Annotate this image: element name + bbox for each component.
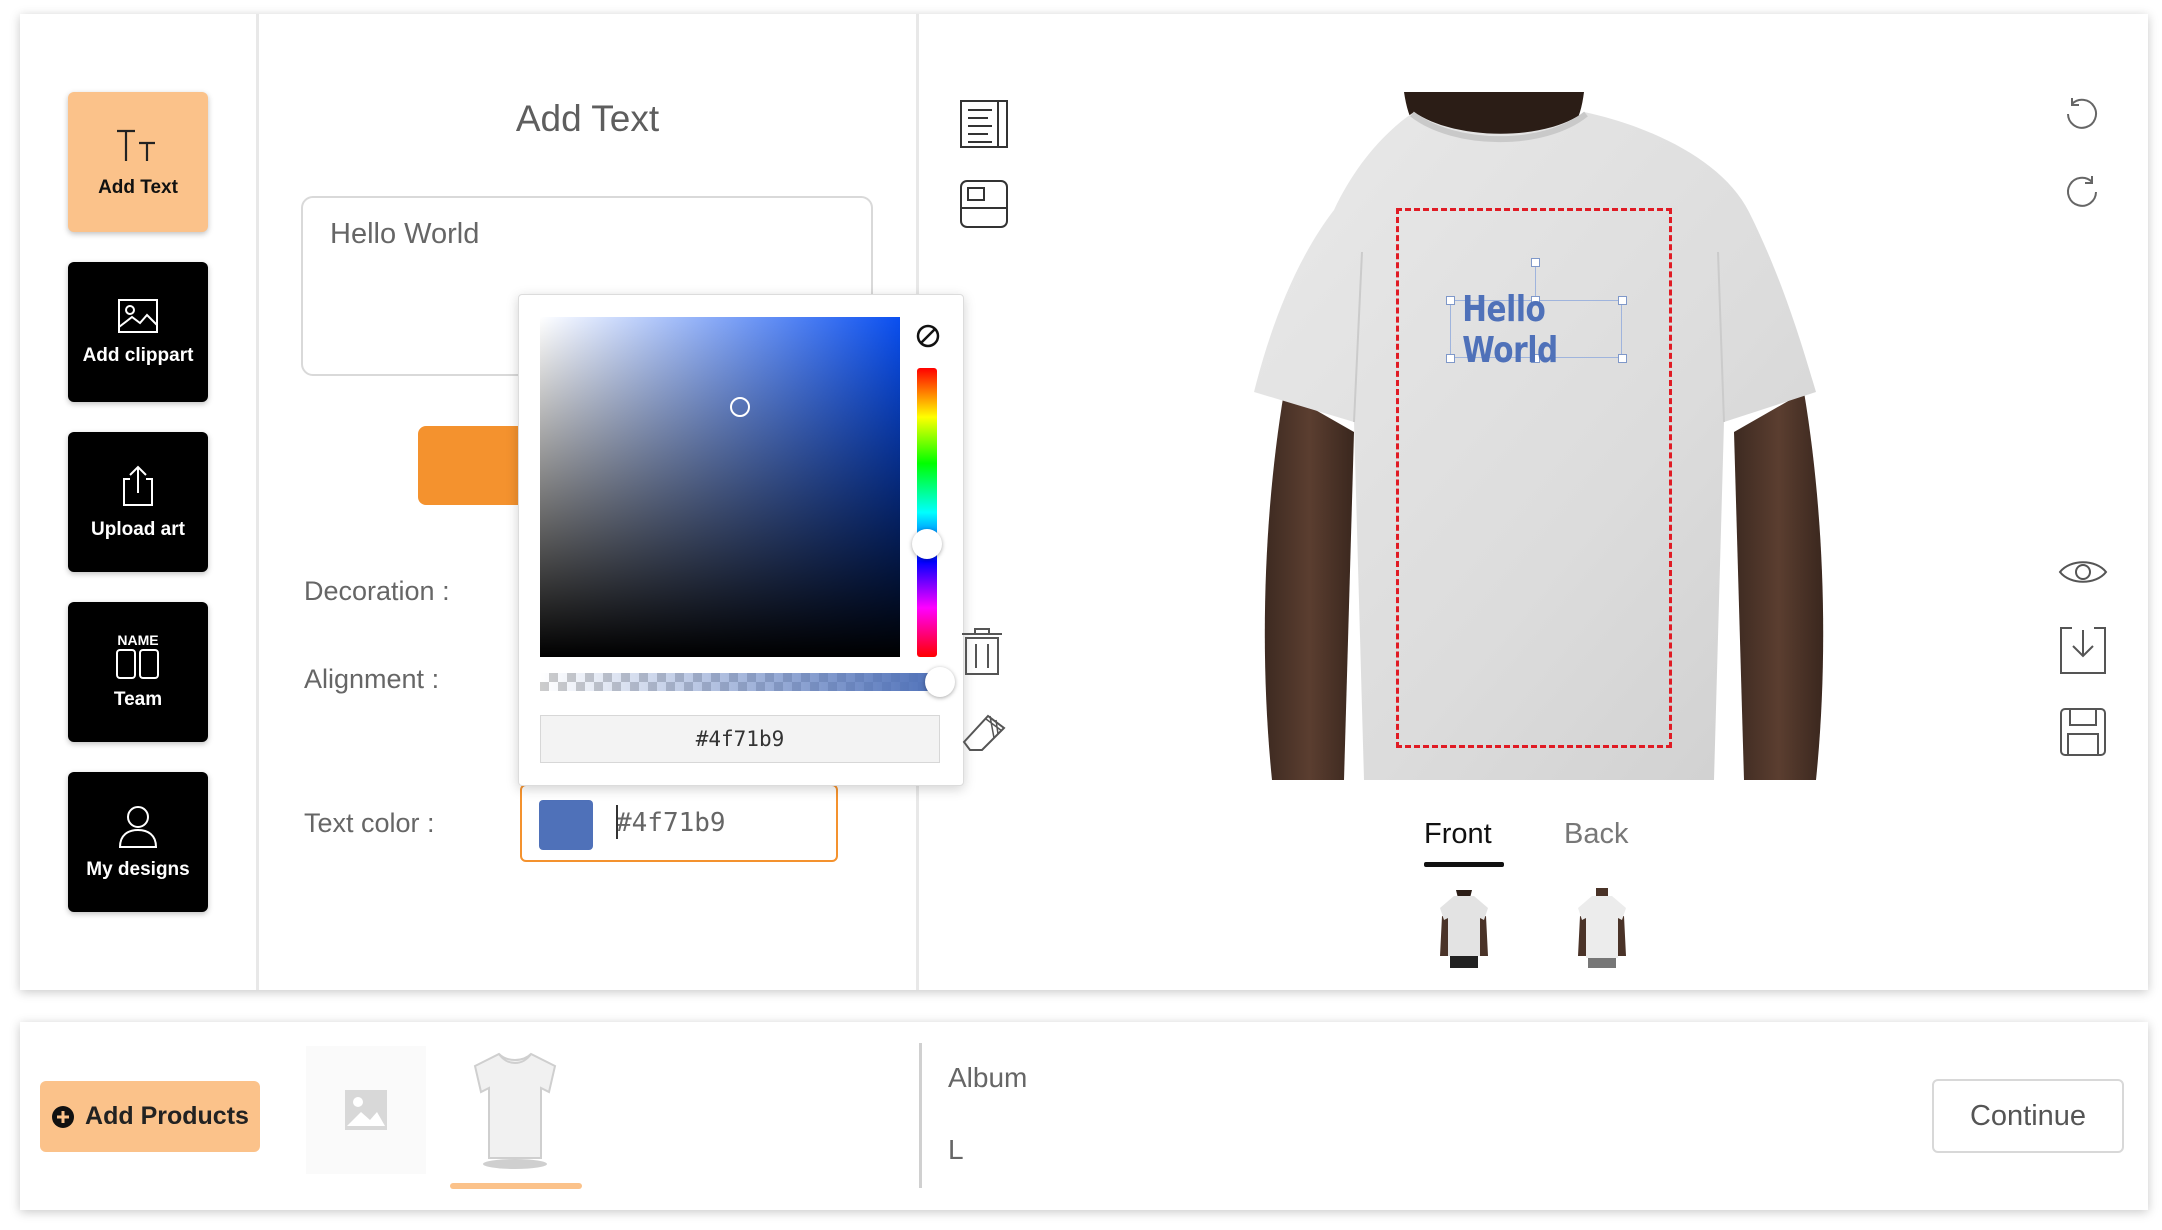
text-layout-icon[interactable] — [958, 98, 1010, 150]
tool-label: Team — [113, 689, 163, 710]
user-icon — [118, 806, 158, 848]
tool-upload-art-button[interactable]: Upload art — [68, 432, 208, 572]
bottom-divider — [919, 1043, 922, 1188]
download-icon[interactable] — [2058, 624, 2108, 676]
tshirt-icon — [473, 1052, 557, 1169]
preview-eye-icon[interactable] — [2058, 556, 2108, 588]
product-placeholder-thumbnail[interactable] — [306, 1046, 426, 1174]
tool-add-clippart-button[interactable]: Add clippart — [68, 262, 208, 402]
hue-slider-handle[interactable] — [912, 529, 942, 559]
alignment-label: Alignment : — [304, 664, 440, 694]
back-view-thumbnail[interactable] — [1572, 886, 1632, 970]
active-tab-indicator — [1424, 862, 1504, 867]
tool-label: Add Text — [98, 177, 178, 198]
text-caret — [616, 805, 618, 839]
resize-handle[interactable] — [1618, 296, 1627, 305]
text-color-label: Text color : — [304, 808, 435, 838]
alpha-slider[interactable] — [540, 673, 940, 691]
team-name-icon — [116, 649, 159, 679]
tab-back[interactable]: Back — [1564, 818, 1628, 851]
save-icon[interactable] — [2058, 706, 2108, 758]
continue-button[interactable]: Continue — [1932, 1079, 2124, 1153]
saturation-handle[interactable] — [730, 397, 750, 417]
resize-handle[interactable] — [1446, 354, 1455, 363]
tshirt-product-thumbnail[interactable] — [455, 1046, 575, 1174]
hex-input[interactable]: #4f71b9 — [540, 715, 940, 763]
alpha-slider-handle[interactable] — [925, 667, 955, 697]
panel-title: Add Text — [515, 98, 660, 139]
text-color-value: #4f71b9 — [616, 808, 726, 838]
image-icon — [118, 299, 158, 333]
tool-my-designs-button[interactable]: My designs — [68, 772, 208, 912]
color-swatch[interactable] — [539, 800, 593, 850]
text-icon — [117, 129, 155, 161]
tab-front[interactable]: Front — [1424, 818, 1492, 851]
trash-icon[interactable] — [958, 626, 1006, 678]
tool-add-text-button[interactable]: Add Text — [68, 92, 208, 232]
eraser-icon[interactable] — [958, 708, 1010, 752]
hue-slider[interactable] — [917, 368, 937, 657]
tool-team-button[interactable]: NAME Team — [68, 602, 208, 742]
add-products-button[interactable]: Add Products — [40, 1081, 260, 1152]
selected-product-indicator — [450, 1183, 582, 1189]
saturation-area[interactable] — [540, 317, 900, 657]
redo-icon[interactable] — [2062, 172, 2102, 212]
plus-circle-icon — [52, 1105, 75, 1128]
add-products-label: Add Products — [85, 1102, 249, 1130]
size-label: L — [948, 1134, 964, 1165]
team-name-caption: NAME — [117, 632, 159, 648]
undo-icon[interactable] — [2062, 94, 2102, 134]
no-color-icon[interactable] — [915, 323, 941, 349]
layout-icon[interactable] — [958, 178, 1010, 230]
resize-handle[interactable] — [1618, 354, 1627, 363]
rotate-handle[interactable] — [1531, 258, 1540, 267]
decoration-label: Decoration : — [304, 576, 450, 606]
tool-label: Add clippart — [82, 345, 194, 366]
front-view-thumbnail[interactable] — [1434, 886, 1494, 970]
upload-icon — [123, 465, 153, 506]
text-color-input[interactable]: #4f71b9 — [520, 784, 838, 862]
album-label: Album — [948, 1062, 1028, 1093]
resize-handle[interactable] — [1446, 296, 1455, 305]
image-placeholder-icon — [345, 1090, 387, 1130]
tool-label: Upload art — [91, 519, 185, 540]
add-text-button[interactable] — [418, 426, 528, 505]
tool-label: My designs — [86, 859, 190, 880]
design-text[interactable]: Hello World — [1462, 289, 1610, 371]
color-picker-popup: #4f71b9 — [518, 294, 964, 786]
sidebar-divider — [256, 14, 259, 990]
